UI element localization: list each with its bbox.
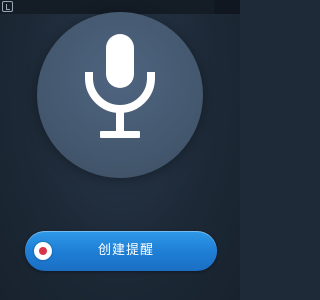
create-reminder-label: 创建提醒: [97, 243, 154, 258]
app-shortcut-icon: [2, 1, 13, 12]
mic-button[interactable]: [37, 12, 203, 178]
status-bar-right: [214, 0, 240, 14]
create-reminder-button[interactable]: 创建提醒: [25, 231, 217, 271]
voice-reminder-screen: 创建提醒: [0, 0, 240, 300]
microphone-icon: [85, 34, 155, 138]
